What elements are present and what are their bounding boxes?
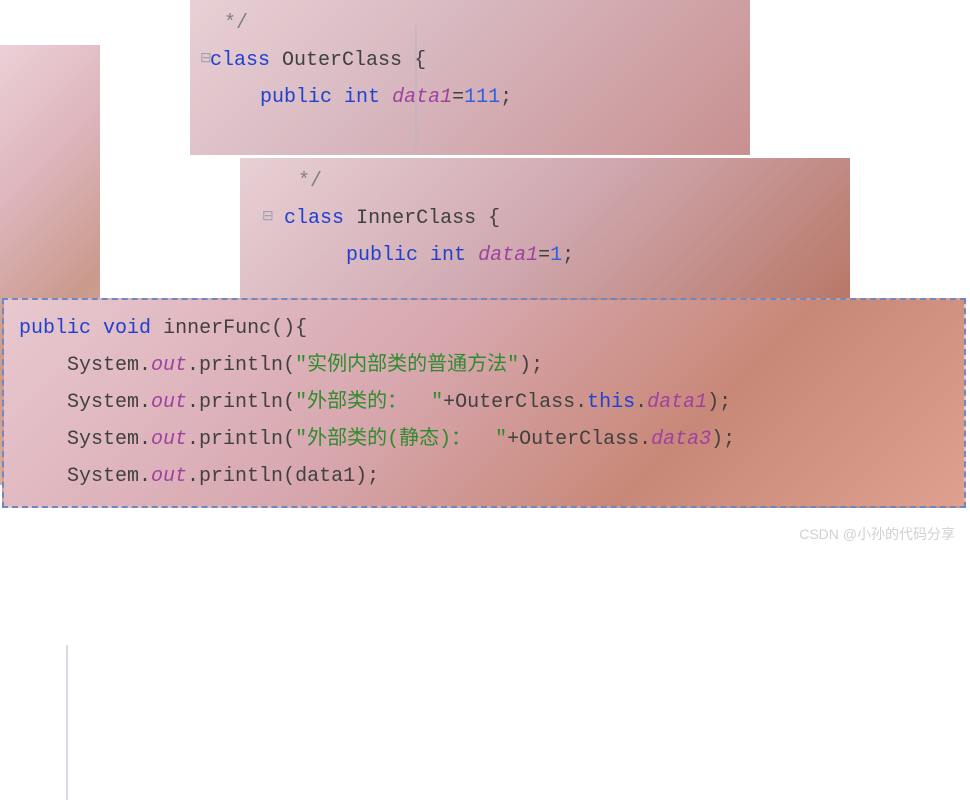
code-line: ⊟ class InnerClass {: [250, 200, 840, 237]
collapse-icon[interactable]: ⊟: [262, 205, 272, 231]
code-block-inner-class: */ ⊟ class InnerClass { public int data1…: [240, 158, 850, 298]
code-line: public int data1=1;: [250, 237, 840, 274]
code-line: System.out.println("实例内部类的普通方法");: [19, 347, 949, 384]
comment-close: */: [224, 12, 248, 35]
code-block-inner-func: public void innerFunc(){ System.out.prin…: [2, 298, 966, 508]
watermark: CSDN @小孙的代码分享: [799, 524, 955, 544]
gutter-line: [415, 25, 417, 150]
collapse-icon[interactable]: ⊟: [200, 47, 210, 73]
code-line: public int data1=111;: [200, 79, 740, 116]
code-line-signature: public void innerFunc(){: [19, 310, 949, 347]
code-line: */: [250, 163, 840, 200]
comment-close: */: [298, 170, 322, 193]
code-line: System.out.println("外部类的(静态)： "+OuterCla…: [19, 421, 949, 458]
code-block-outer-class: */ ⊟class OuterClass { public int data1=…: [190, 0, 750, 155]
code-line: System.out.println("外部类的： "+OuterClass.t…: [19, 384, 949, 421]
code-line: System.out.println(data1);: [19, 458, 949, 495]
code-line: ⊟class OuterClass {: [200, 42, 740, 79]
gutter-line: [66, 645, 68, 800]
code-line: */: [200, 5, 740, 42]
